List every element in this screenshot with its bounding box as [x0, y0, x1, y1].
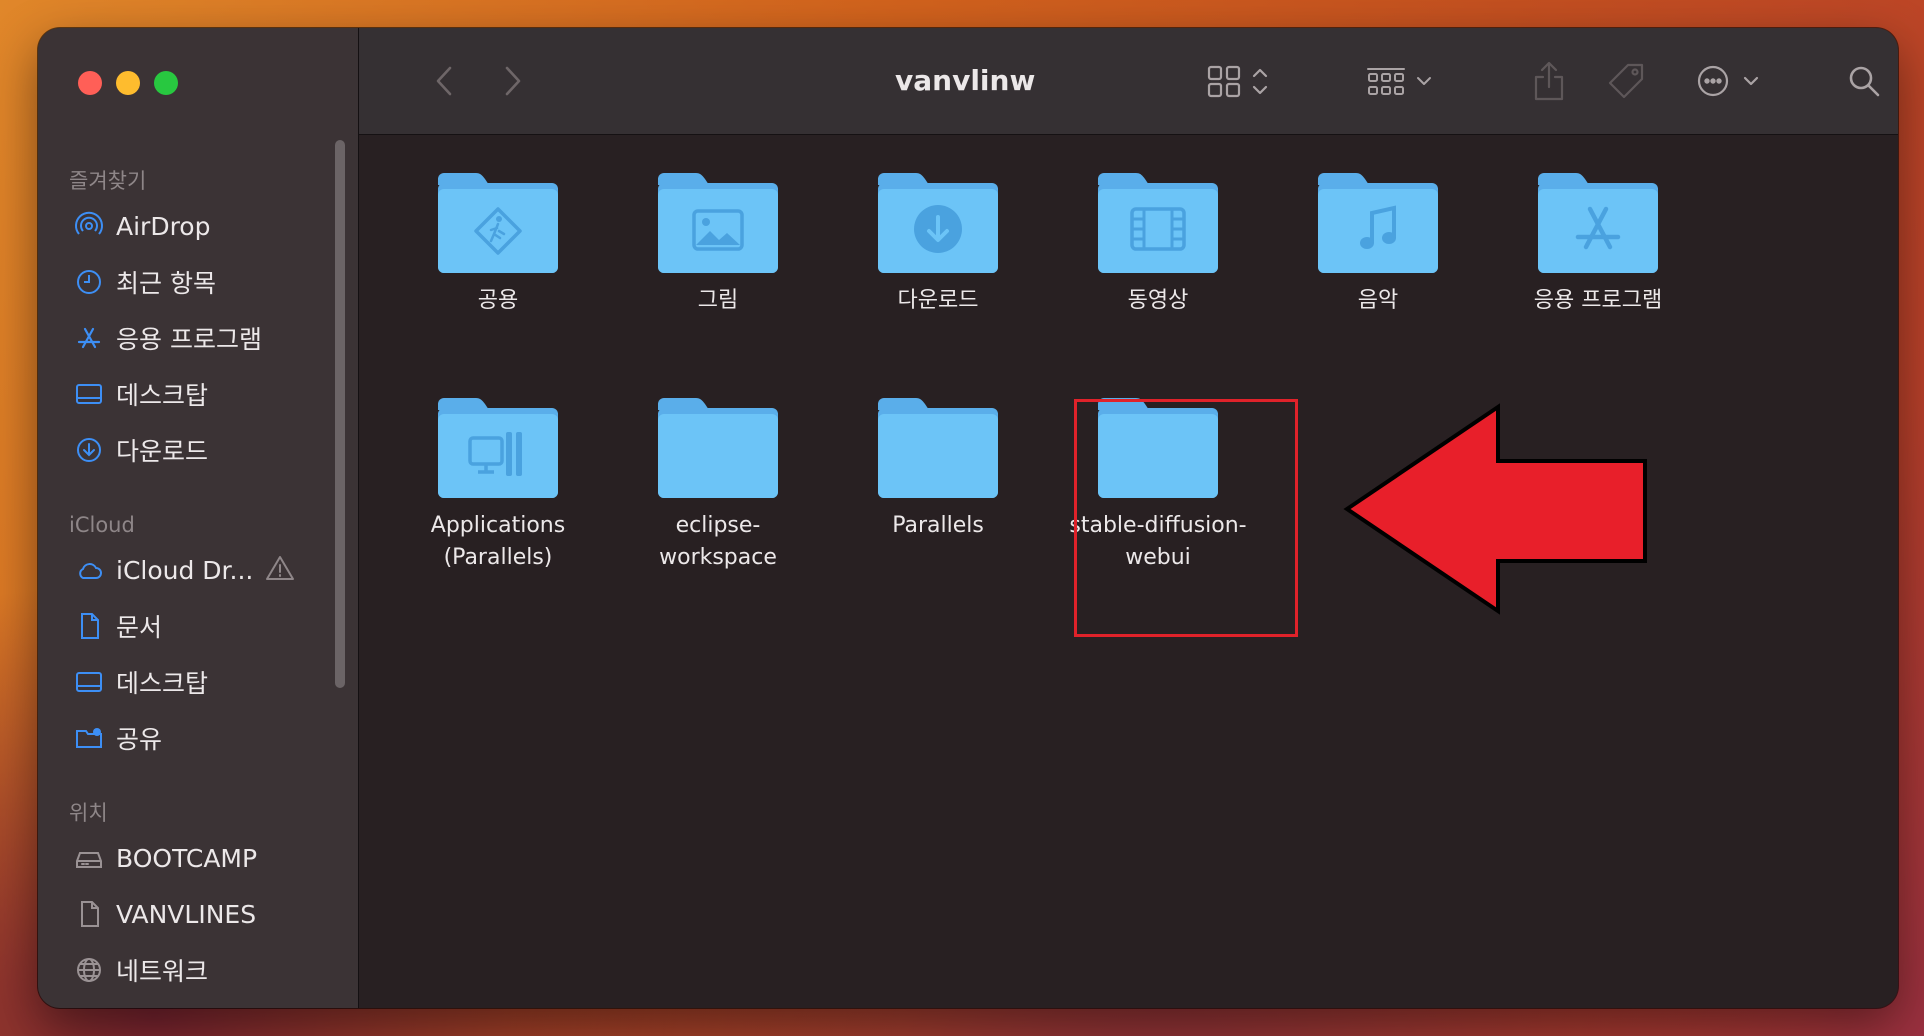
share-button[interactable] — [1524, 28, 1574, 134]
file-item-public[interactable]: 공용 — [393, 165, 603, 317]
sidebar-item-label: BOOTCAMP — [116, 843, 258, 873]
sidebar-item-documents[interactable]: 문서 — [38, 598, 358, 654]
sidebar-heading: 위치 — [69, 801, 108, 825]
finder-window: 즐겨찾기 AirDrop 최근 항목 응용 프로그램 데스크탑 다운로드 iCl… — [38, 28, 1898, 1008]
sidebar-section-icloud: iCloud iCloud Dr... 문서 데스크탑 공유 — [38, 508, 358, 766]
document-icon — [74, 899, 104, 929]
search-button[interactable] — [1839, 28, 1889, 134]
highlight-box — [1074, 399, 1298, 637]
minimize-button[interactable] — [116, 71, 140, 95]
grid-view-icon — [1207, 65, 1268, 98]
applications-folder-icon — [1493, 165, 1703, 277]
file-name: 다운로드 — [897, 288, 979, 313]
more-actions-button[interactable] — [1689, 28, 1769, 134]
airdrop-icon — [74, 211, 104, 241]
apps-icon — [74, 323, 104, 353]
downloads-folder-icon — [833, 165, 1043, 277]
folder-icon — [613, 390, 823, 502]
sidebar-item-label: 문서 — [116, 613, 163, 642]
warning-icon — [265, 554, 295, 586]
file-name: eclipse- workspace — [659, 513, 777, 570]
sidebar-item-label: 네트워크 — [116, 957, 209, 986]
sidebar-item-icloud-drive[interactable]: iCloud Dr... — [38, 542, 358, 598]
network-icon — [74, 955, 104, 985]
sidebar-item-applications[interactable]: 응용 프로그램 — [38, 310, 358, 366]
file-name: 동영상 — [1127, 288, 1189, 313]
file-name: 음악 — [1357, 288, 1399, 313]
chevron-left-icon — [436, 66, 452, 96]
file-item-parallels[interactable]: Parallels — [833, 390, 1043, 542]
file-name: Applications (Parallels) — [430, 513, 566, 570]
zoom-button[interactable] — [154, 71, 178, 95]
file-item-applications-parallels[interactable]: Applications (Parallels) — [393, 390, 603, 574]
sidebar-item-shared[interactable]: 공유 — [38, 710, 358, 766]
sidebar-item-label: 최근 항목 — [116, 269, 216, 298]
file-name: 공용 — [477, 288, 519, 313]
sidebar-item-icloud-desktop[interactable]: 데스크탑 — [38, 654, 358, 710]
parallels-apps-folder-icon — [393, 390, 603, 502]
sidebar-heading: 즐겨찾기 — [69, 169, 147, 193]
clock-icon — [74, 267, 104, 297]
sidebar-item-label: 다운로드 — [116, 437, 209, 466]
sidebar-item-airdrop[interactable]: AirDrop — [38, 198, 358, 254]
group-icon — [1367, 68, 1431, 95]
sidebar-scrollbar[interactable] — [335, 140, 345, 688]
file-item-applications[interactable]: 응용 프로그램 — [1493, 165, 1703, 317]
sidebar-item-recents[interactable]: 최근 항목 — [38, 254, 358, 310]
file-name: 그림 — [697, 288, 739, 313]
sidebar: 즐겨찾기 AirDrop 최근 항목 응용 프로그램 데스크탑 다운로드 iCl… — [38, 28, 359, 1008]
view-mode-button[interactable] — [1199, 28, 1281, 134]
red-arrow-annotation — [1343, 403, 1647, 615]
sidebar-item-label: 응용 프로그램 — [116, 325, 262, 354]
music-folder-icon — [1273, 165, 1483, 277]
close-button[interactable] — [78, 71, 102, 95]
public-folder-icon — [393, 165, 603, 277]
shared-folder-icon — [74, 723, 104, 753]
sidebar-section-locations: 위치 BOOTCAMP VANVLINES 네트워크 — [38, 796, 358, 998]
cloud-icon — [74, 555, 104, 585]
search-icon — [1849, 66, 1880, 97]
forward-button[interactable] — [493, 28, 533, 134]
sidebar-item-downloads[interactable]: 다운로드 — [38, 422, 358, 478]
file-item-eclipse-workspace[interactable]: eclipse- workspace — [613, 390, 823, 574]
sidebar-item-label: 공유 — [116, 725, 163, 754]
file-item-music[interactable]: 음악 — [1273, 165, 1483, 317]
movies-folder-icon — [1053, 165, 1263, 277]
desktop-icon — [74, 379, 104, 409]
download-icon — [74, 435, 104, 465]
desktop-icon — [74, 667, 104, 697]
file-item-pictures[interactable]: 그림 — [613, 165, 823, 317]
sidebar-item-label: AirDrop — [116, 211, 211, 241]
sidebar-item-desktop[interactable]: 데스크탑 — [38, 366, 358, 422]
back-button[interactable] — [424, 28, 464, 134]
pictures-folder-icon — [613, 165, 823, 277]
sidebar-item-network[interactable]: 네트워크 — [38, 942, 358, 998]
sidebar-item-label: 데스크탑 — [116, 381, 209, 410]
chevron-right-icon — [505, 66, 521, 96]
drive-icon — [74, 843, 104, 873]
file-item-downloads[interactable]: 다운로드 — [833, 165, 1043, 317]
document-icon — [74, 611, 104, 641]
file-name: 응용 프로그램 — [1533, 288, 1663, 313]
file-name: Parallels — [892, 513, 984, 538]
tag-icon — [1608, 63, 1644, 99]
window-title: vanvlinw — [895, 64, 1036, 97]
sidebar-item-label: iCloud Dr... — [116, 555, 254, 585]
group-button[interactable] — [1359, 28, 1441, 134]
sidebar-item-bootcamp[interactable]: BOOTCAMP — [38, 830, 358, 886]
tag-button[interactable] — [1601, 28, 1651, 134]
file-item-movies[interactable]: 동영상 — [1053, 165, 1263, 317]
sidebar-heading: iCloud — [69, 513, 135, 537]
sidebar-item-label: 데스크탑 — [116, 669, 209, 698]
toolbar: vanvlinw — [359, 28, 1898, 135]
sidebar-item-vanvlines[interactable]: VANVLINES — [38, 886, 358, 942]
sidebar-section-favorites: 즐겨찾기 AirDrop 최근 항목 응용 프로그램 데스크탑 다운로드 — [38, 164, 358, 478]
window-controls — [78, 71, 178, 95]
folder-icon — [833, 390, 1043, 502]
sidebar-item-label: VANVLINES — [116, 899, 257, 929]
ellipsis-circle-icon — [1697, 65, 1759, 97]
share-icon — [1534, 61, 1564, 101]
